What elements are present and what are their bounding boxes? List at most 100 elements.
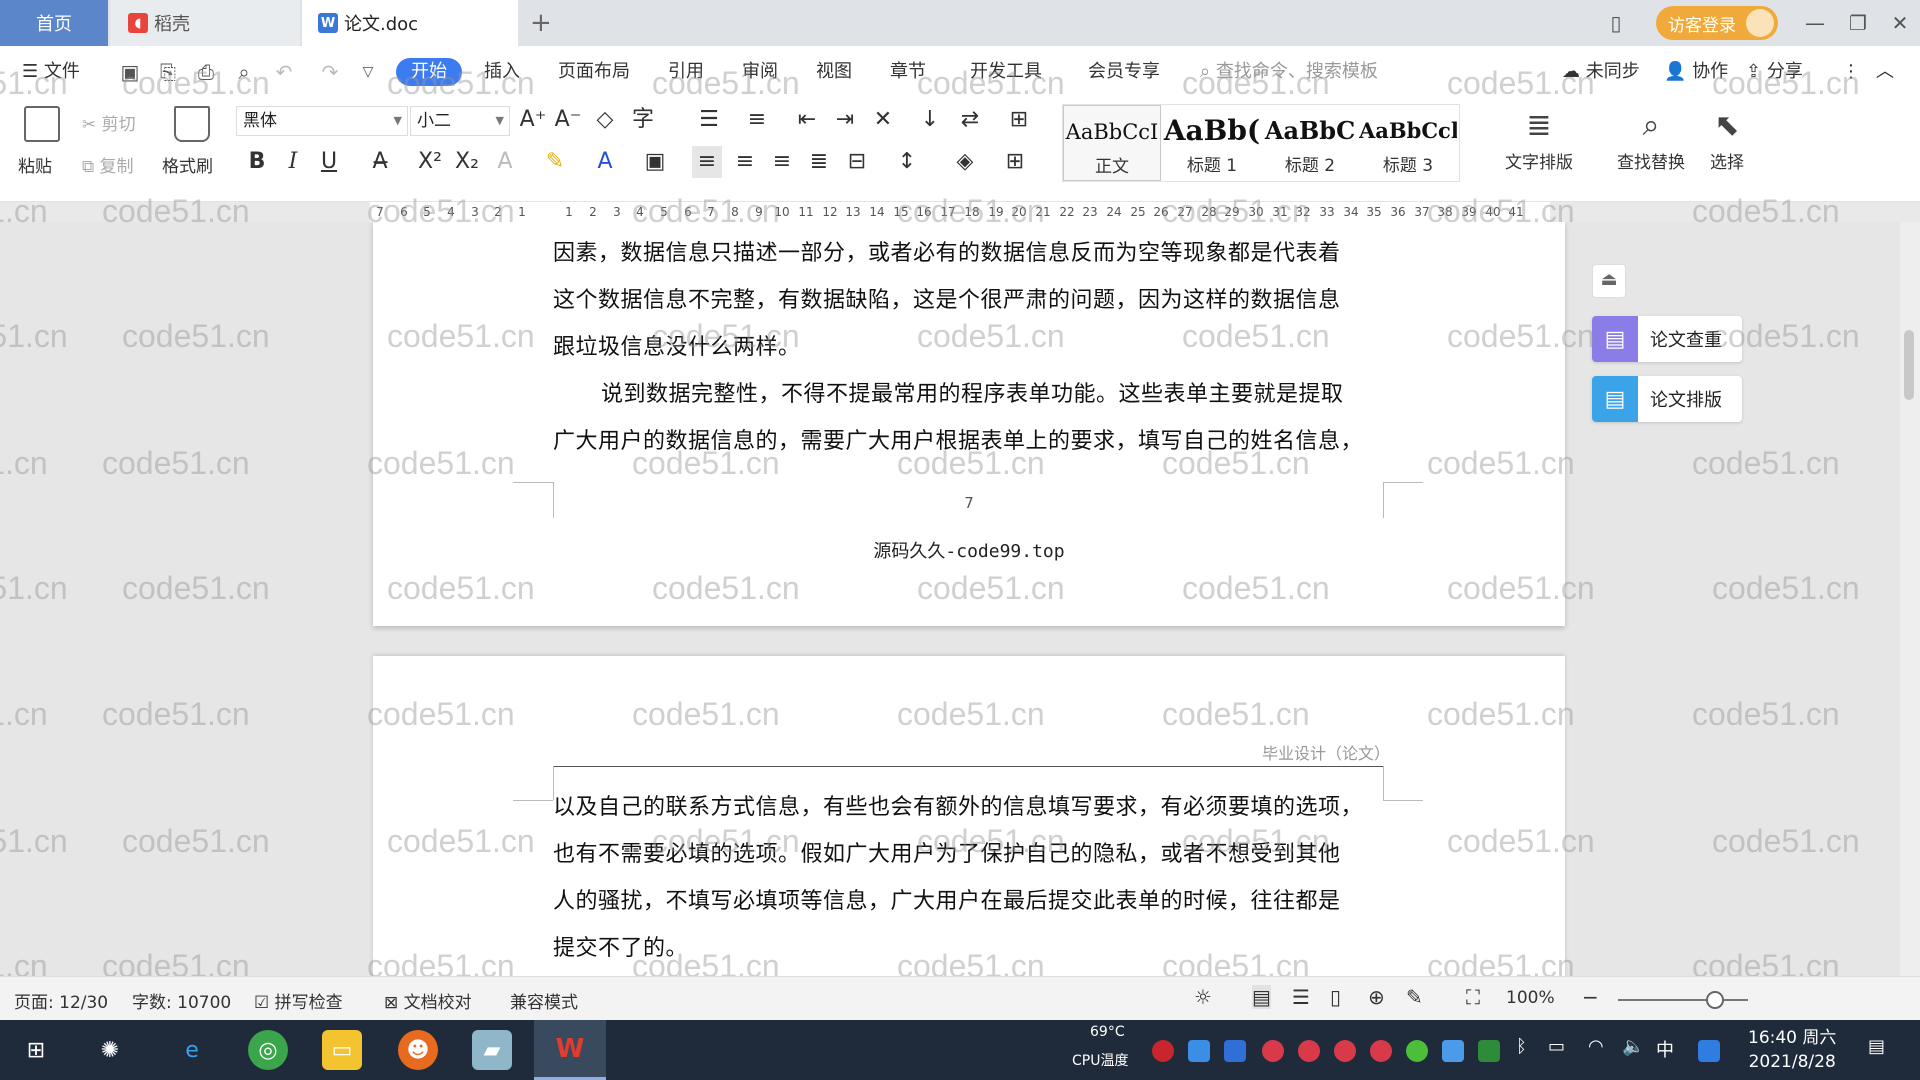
- shield-icon[interactable]: [1224, 1040, 1246, 1062]
- chinese-layout-icon[interactable]: ✕: [868, 104, 898, 136]
- share-button[interactable]: ⇪ 分享: [1746, 58, 1803, 86]
- minimize-button[interactable]: —: [1795, 6, 1835, 40]
- superscript-icon[interactable]: X²: [415, 146, 445, 178]
- save-icon[interactable]: ▣: [118, 60, 142, 84]
- tab-review[interactable]: 审阅: [742, 58, 778, 86]
- highlight-icon[interactable]: ✎: [540, 146, 570, 178]
- paste-icon[interactable]: [24, 106, 60, 142]
- grow-font-icon[interactable]: A⁺: [518, 104, 548, 136]
- file-explorer-icon[interactable]: ▭: [322, 1030, 362, 1070]
- tray-app-icon[interactable]: [1334, 1040, 1356, 1062]
- numbered-list-icon[interactable]: ≡: [742, 104, 772, 136]
- tab-insert[interactable]: 插入: [484, 58, 520, 86]
- style-normal[interactable]: AaBbCcI 正文: [1063, 105, 1161, 181]
- scrollbar-thumb[interactable]: [1904, 330, 1914, 400]
- line-spacing-icon[interactable]: ↕: [892, 146, 922, 178]
- tab-references[interactable]: 引用: [668, 58, 704, 86]
- export-icon[interactable]: ⎘: [156, 60, 180, 84]
- new-tab-button[interactable]: +: [530, 8, 552, 38]
- paper-check-button[interactable]: ▤ 论文查重: [1592, 316, 1742, 362]
- underline-icon[interactable]: U: [314, 146, 344, 178]
- undo-icon[interactable]: ↶: [272, 60, 296, 84]
- tab-view[interactable]: 视图: [816, 58, 852, 86]
- internet-explorer-icon[interactable]: e: [172, 1030, 212, 1070]
- guest-login-button[interactable]: 访客登录: [1656, 6, 1778, 40]
- justify-icon[interactable]: ≣: [804, 146, 834, 178]
- windows-start-icon[interactable]: ⊞: [16, 1030, 56, 1070]
- zoom-level[interactable]: 100%: [1506, 988, 1555, 1008]
- text-effect-icon[interactable]: A: [490, 146, 520, 178]
- qq-icon[interactable]: [1698, 1040, 1720, 1062]
- browser-360-icon[interactable]: ◎: [248, 1030, 288, 1070]
- nvidia-icon[interactable]: [1478, 1040, 1500, 1062]
- pinwheel-app-icon[interactable]: ✺: [90, 1030, 130, 1070]
- tray-app-icon[interactable]: [1370, 1040, 1392, 1062]
- wps-taskbar-icon[interactable]: W: [534, 1020, 606, 1080]
- font-size-select[interactable]: 小二 ▼: [410, 106, 510, 136]
- system-clock[interactable]: 16:40 周六 2021/8/28: [1748, 1026, 1836, 1074]
- customize-dropdown-icon[interactable]: ▽: [356, 60, 380, 84]
- text-layout-button[interactable]: ≣ 文字排版: [1494, 104, 1584, 173]
- collapse-ribbon-icon[interactable]: ︿: [1876, 58, 1894, 86]
- cut-button[interactable]: ✂ 剪切: [82, 110, 136, 135]
- tray-app-icon[interactable]: [1262, 1040, 1284, 1062]
- battery-icon[interactable]: ▭: [1548, 1036, 1565, 1057]
- page-7-body[interactable]: 因素，数据信息只描述一部分，或者必有的数据信息反而为空等现象都是代表着 这个数据…: [553, 230, 1383, 465]
- file-menu[interactable]: ☰ 文件: [22, 58, 80, 86]
- fit-window-icon[interactable]: ⛶: [1466, 985, 1480, 1009]
- show-marks-icon[interactable]: ⊞: [1004, 104, 1034, 136]
- align-center-icon[interactable]: ≡: [730, 146, 760, 178]
- zoom-slider[interactable]: [1618, 999, 1748, 1001]
- spell-check-button[interactable]: ☑ 拼写检查: [254, 988, 343, 1013]
- wifi-icon[interactable]: ◠: [1588, 1036, 1604, 1057]
- tab-start[interactable]: 开始: [396, 58, 462, 86]
- select-button[interactable]: ⬉ 选择: [1692, 104, 1762, 173]
- zoom-slider-handle[interactable]: [1706, 991, 1724, 1009]
- word-count[interactable]: 字数: 10700: [132, 988, 231, 1013]
- tab-member[interactable]: 会员专享: [1088, 58, 1160, 86]
- page-8[interactable]: 毕业设计（论文） 以及自己的联系方式信息，有些也会有额外的信息填写要求，有必须要…: [373, 656, 1565, 976]
- page-indicator[interactable]: 页面: 12/30: [14, 988, 108, 1013]
- tab-docer[interactable]: ◖ 稻壳: [110, 0, 300, 46]
- shading-icon[interactable]: ◈: [950, 146, 980, 178]
- italic-icon[interactable]: I: [278, 146, 308, 178]
- format-painter-button[interactable]: 格式刷: [162, 152, 213, 177]
- font-color-icon[interactable]: A: [590, 146, 620, 178]
- input-method[interactable]: 中: [1656, 1036, 1674, 1062]
- notepad-app-icon[interactable]: ▰: [472, 1030, 512, 1070]
- print-preview-icon[interactable]: ⌕: [232, 60, 256, 84]
- increase-indent-icon[interactable]: ⇥: [830, 104, 860, 136]
- bluetooth-icon[interactable]: ᛒ: [1516, 1036, 1527, 1057]
- find-replace-button[interactable]: ⌕ 查找替换: [1606, 104, 1696, 173]
- reading-mode-icon[interactable]: ▯: [1596, 6, 1636, 40]
- sort-icon[interactable]: ↓: [915, 104, 945, 136]
- char-border-icon[interactable]: ▣: [640, 146, 670, 178]
- align-right-icon[interactable]: ≡: [767, 146, 797, 178]
- volume-icon[interactable]: 🔈: [1622, 1036, 1644, 1057]
- page-view-icon[interactable]: ▤: [1252, 985, 1271, 1009]
- borders-icon[interactable]: ⊞: [1000, 146, 1030, 178]
- clear-format-icon[interactable]: ◇: [590, 104, 620, 136]
- tray-app-icon[interactable]: [1152, 1040, 1174, 1062]
- more-icon[interactable]: ⋮: [1842, 58, 1860, 86]
- pen-icon[interactable]: ✎: [1406, 985, 1423, 1009]
- tray-app-icon[interactable]: [1406, 1040, 1428, 1062]
- tray-app-icon[interactable]: [1188, 1040, 1210, 1062]
- phonetic-icon[interactable]: 字: [628, 104, 658, 136]
- redo-icon[interactable]: ↷: [318, 60, 342, 84]
- collaborate-button[interactable]: 👤 协作: [1664, 58, 1728, 86]
- distributed-icon[interactable]: ⊟: [842, 146, 872, 178]
- tab-home[interactable]: 首页: [0, 0, 108, 46]
- text-direction-icon[interactable]: ⇄: [955, 104, 985, 136]
- style-heading-2[interactable]: AaBbC 标题 2: [1261, 105, 1359, 181]
- strikethrough-icon[interactable]: A̶: [365, 146, 395, 178]
- eye-protect-icon[interactable]: ☼: [1194, 985, 1212, 1009]
- media-app-icon[interactable]: ☻: [398, 1030, 438, 1070]
- outline-view-icon[interactable]: ☰: [1292, 985, 1310, 1009]
- web-view-icon[interactable]: ⊕: [1368, 985, 1385, 1009]
- command-search[interactable]: ⌕ 查找命令、搜索模板: [1200, 58, 1378, 86]
- align-left-icon[interactable]: ≡: [692, 146, 722, 178]
- style-heading-1[interactable]: AaBb( 标题 1: [1163, 105, 1261, 181]
- format-painter-icon[interactable]: [174, 106, 210, 142]
- sync-status[interactable]: ☁ 未同步: [1562, 58, 1640, 86]
